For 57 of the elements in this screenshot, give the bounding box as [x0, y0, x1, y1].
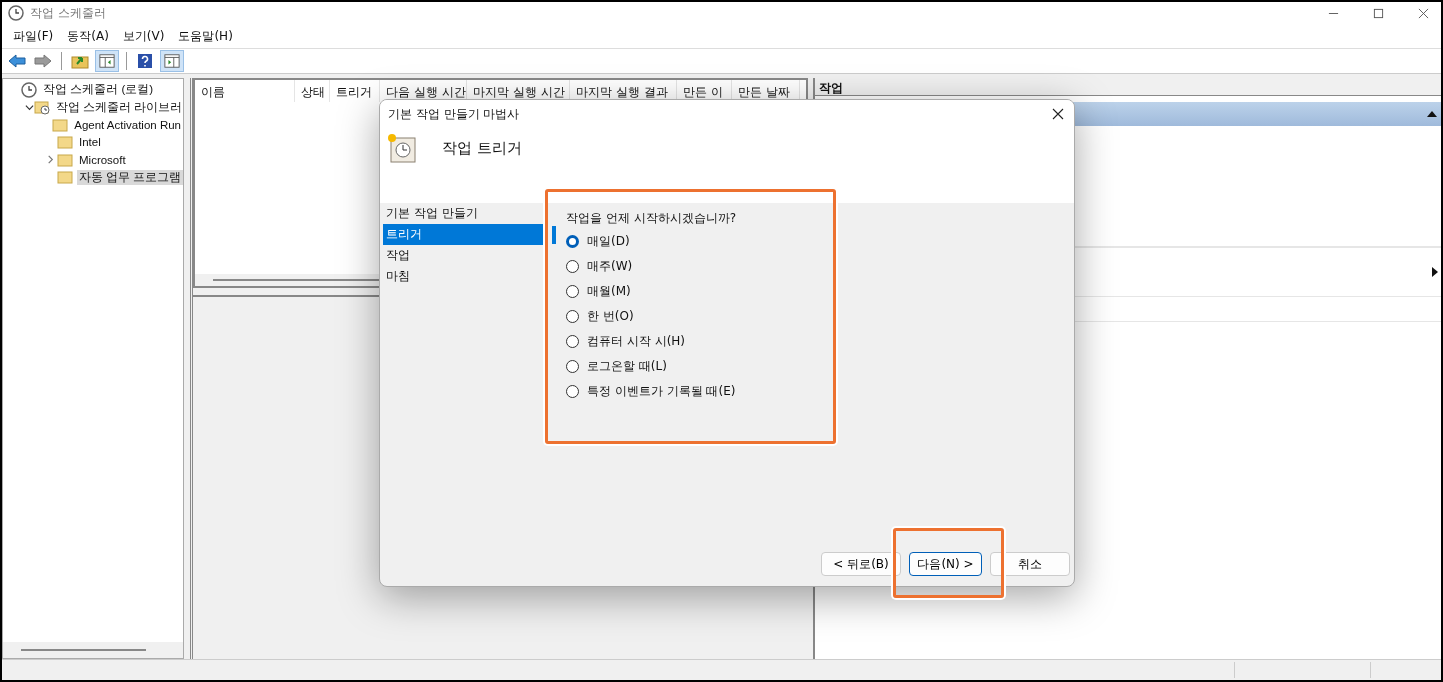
- back-arrow-icon[interactable]: [6, 51, 28, 71]
- radio-label[interactable]: 매주(W): [587, 258, 633, 275]
- tree-item[interactable]: 작업 스케줄러 라이브러: [54, 99, 185, 115]
- column-header[interactable]: 이름: [195, 80, 295, 102]
- radio-button[interactable]: [566, 360, 579, 373]
- radio-label[interactable]: 로그온할 때(L): [587, 358, 667, 375]
- menu-item[interactable]: 파일(F): [6, 27, 61, 45]
- dialog-heading: 작업 트리거: [442, 138, 522, 158]
- tree-item[interactable]: Agent Activation Run: [72, 118, 183, 131]
- radio-label[interactable]: 컴퓨터 시작 시(H): [587, 333, 685, 350]
- folder-clock-icon: [34, 99, 50, 116]
- dialog-button[interactable]: 다음(N) >: [909, 552, 982, 576]
- menu-item[interactable]: 도움말(H): [171, 27, 240, 45]
- dialog-title: 기본 작업 만들기 마법사: [388, 105, 520, 123]
- menu-item[interactable]: 보기(V): [115, 27, 172, 45]
- radio-button[interactable]: [566, 335, 579, 348]
- radio-label[interactable]: 매월(M): [587, 283, 631, 300]
- folder-icon: [57, 151, 73, 168]
- folder-icon: [52, 116, 69, 133]
- folder-icon: [57, 134, 73, 151]
- tree-item[interactable]: Microsoft: [77, 153, 128, 166]
- question-text: 작업을 언제 시작하시겠습니까?: [566, 210, 736, 227]
- collapse-triangle-icon[interactable]: [1427, 111, 1437, 117]
- radio-button[interactable]: [566, 235, 579, 248]
- radio-label[interactable]: 특정 이벤트가 기록될 때(E): [587, 383, 736, 400]
- window-title: 작업 스케줄러: [30, 4, 106, 22]
- dialog-button[interactable]: 취소: [990, 552, 1070, 576]
- column-header[interactable]: 상태: [295, 80, 330, 102]
- pane-icon[interactable]: [160, 50, 184, 72]
- clock-icon: [8, 5, 24, 21]
- folder-icon: [56, 169, 73, 186]
- radio-button[interactable]: [566, 285, 579, 298]
- wizard-step[interactable]: 트리거: [383, 224, 543, 245]
- radio-button[interactable]: [566, 385, 579, 398]
- menu-item[interactable]: 동작(A): [60, 27, 116, 45]
- tree-item[interactable]: 작업 스케줄러 (로컬): [41, 82, 156, 98]
- dialog-button[interactable]: < 뒤로(B): [821, 552, 901, 576]
- close-icon[interactable]: [1052, 108, 1064, 120]
- tree-item[interactable]: Intel: [77, 136, 103, 149]
- radio-label[interactable]: 매일(D): [587, 233, 630, 250]
- radio-button[interactable]: [566, 310, 579, 323]
- radio-label[interactable]: 한 번(O): [587, 308, 634, 325]
- tree-item[interactable]: 자동 업무 프로그램: [76, 169, 183, 185]
- chevron-down-icon[interactable]: [25, 102, 34, 112]
- column-header[interactable]: 트리거: [330, 80, 380, 102]
- pane-icon[interactable]: [95, 50, 119, 72]
- calendar-clock-icon: [386, 132, 418, 164]
- wizard-step[interactable]: 마침: [383, 266, 543, 287]
- forward-arrow-icon[interactable]: [32, 51, 54, 71]
- expand-triangle-icon[interactable]: [1432, 267, 1438, 277]
- panel-header: 작업: [815, 78, 1441, 96]
- chevron-right-icon[interactable]: [45, 155, 55, 165]
- maximize-icon[interactable]: [1373, 7, 1384, 19]
- wizard-step[interactable]: 기본 작업 만들기: [383, 203, 543, 224]
- radio-button[interactable]: [566, 260, 579, 273]
- clock-icon: [21, 81, 37, 98]
- wizard-step[interactable]: 작업: [383, 245, 543, 266]
